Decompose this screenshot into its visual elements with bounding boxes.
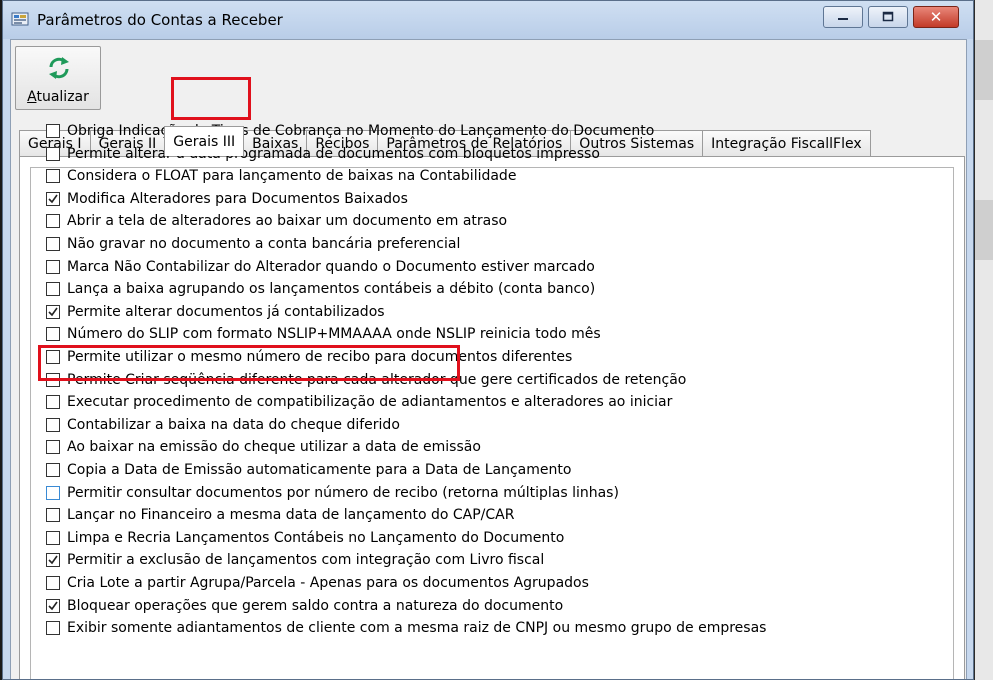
- option-label: Considera o FLOAT para lançamento de bai…: [67, 168, 517, 185]
- option-checkbox[interactable]: [46, 508, 60, 523]
- option-row[interactable]: Permitir consultar documentos por número…: [46, 482, 619, 504]
- option-checkbox[interactable]: [46, 304, 60, 319]
- option-checkbox[interactable]: [46, 146, 60, 161]
- option-label: Limpa e Recria Lançamentos Contábeis no …: [67, 529, 565, 546]
- background-band: [975, 40, 993, 100]
- option-row[interactable]: Executar procedimento de compatibilizaçã…: [46, 391, 672, 413]
- option-checkbox[interactable]: [46, 576, 60, 590]
- option-label: Obriga Indicação de Tipos de Cobrança no…: [67, 123, 655, 139]
- option-row[interactable]: Marca Não Contabilizar do Alterador quan…: [46, 256, 595, 278]
- tab-integracao-fiscallflex[interactable]: Integração FiscallFlex: [702, 130, 871, 156]
- option-label: Permitir consultar documentos por número…: [67, 484, 619, 501]
- option-row[interactable]: Modifica Alteradores para Documentos Bai…: [46, 188, 408, 210]
- option-label: Bloquear operações que gerem saldo contr…: [67, 597, 564, 614]
- checkmark-icon: [48, 307, 58, 317]
- option-checkbox[interactable]: [46, 395, 60, 410]
- option-label: Contabilizar a baixa na data do cheque d…: [67, 416, 400, 433]
- option-row[interactable]: Limpa e Recria Lançamentos Contábeis no …: [46, 527, 564, 549]
- option-label: Permite alterar a data programada de doc…: [67, 145, 600, 162]
- tab-highlight-box: [171, 77, 251, 120]
- option-label: Marca Não Contabilizar do Alterador quan…: [67, 258, 595, 275]
- option-checkbox[interactable]: [46, 124, 60, 138]
- option-label: Copia a Data de Emissão automaticamente …: [67, 462, 572, 478]
- option-label: Lançar no Financeiro a mesma data de lan…: [67, 507, 515, 524]
- option-row[interactable]: Copia a Data de Emissão automaticamente …: [46, 459, 571, 481]
- option-row[interactable]: Obriga Indicação de Tipos de Cobrança no…: [46, 120, 654, 142]
- option-checkbox[interactable]: [46, 282, 60, 297]
- option-checkbox[interactable]: [46, 440, 60, 455]
- option-checkbox[interactable]: [46, 259, 60, 274]
- option-row[interactable]: Permite alterar a data programada de doc…: [46, 143, 600, 165]
- option-label: Lança a baixa agrupando os lançamentos c…: [67, 281, 596, 298]
- option-row[interactable]: Abrir a tela de alteradores ao baixar um…: [46, 210, 507, 232]
- option-label: Permitir a exclusão de lançamentos com i…: [67, 552, 545, 569]
- option-highlight-box: [38, 345, 460, 381]
- option-checkbox[interactable]: [46, 417, 60, 432]
- option-checkbox[interactable]: [46, 191, 60, 206]
- minimize-button[interactable]: [823, 6, 863, 28]
- option-row[interactable]: Considera o FLOAT para lançamento de bai…: [46, 165, 516, 187]
- option-checkbox[interactable]: [46, 169, 60, 184]
- option-row[interactable]: Cria Lote a partir Agrupa/Parcela - Apen…: [46, 572, 589, 594]
- refresh-icon: [49, 57, 69, 79]
- refresh-button[interactable]: Atualizar: [15, 46, 101, 110]
- close-icon: ✕: [929, 8, 943, 26]
- option-checkbox[interactable]: [46, 463, 60, 477]
- option-checkbox[interactable]: [46, 598, 60, 613]
- app-icon: [11, 12, 29, 26]
- option-row[interactable]: Número do SLIP com formato NSLIP+MMAAAA …: [46, 323, 601, 345]
- window-title: Parâmetros do Contas a Receber: [37, 11, 283, 29]
- option-row[interactable]: Exibir somente adiantamentos de cliente …: [46, 617, 766, 639]
- tab-label: Integração FiscallFlex: [711, 135, 862, 152]
- option-checkbox[interactable]: [46, 237, 60, 251]
- maximize-button[interactable]: [868, 6, 908, 28]
- maximize-icon: [882, 11, 894, 22]
- option-label: Cria Lote a partir Agrupa/Parcela - Apen…: [67, 575, 589, 591]
- refresh-label: Atualizar: [16, 89, 100, 105]
- tab-gerais-iii[interactable]: Gerais III: [164, 126, 245, 156]
- checkmark-icon: [48, 555, 58, 565]
- option-row[interactable]: Não gravar no documento a conta bancária…: [46, 233, 460, 255]
- option-row[interactable]: Contabilizar a baixa na data do cheque d…: [46, 414, 400, 436]
- option-row[interactable]: Lança a baixa agrupando os lançamentos c…: [46, 278, 595, 300]
- option-checkbox[interactable]: [46, 530, 60, 545]
- option-checkbox[interactable]: [46, 621, 60, 636]
- close-button[interactable]: ✕: [913, 6, 959, 28]
- option-label: Permite alterar documentos já contabiliz…: [67, 303, 385, 320]
- option-checkbox[interactable]: [46, 553, 60, 568]
- option-checkbox[interactable]: [46, 485, 60, 500]
- option-label: Executar procedimento de compatibilizaçã…: [67, 394, 673, 411]
- option-label: Não gravar no documento a conta bancária…: [67, 236, 461, 252]
- option-label: Abrir a tela de alteradores ao baixar um…: [67, 213, 508, 230]
- option-label: Exibir somente adiantamentos de cliente …: [67, 620, 767, 637]
- option-label: Ao baixar na emissão do cheque utilizar …: [67, 439, 481, 456]
- option-label: Número do SLIP com formato NSLIP+MMAAAA …: [67, 326, 601, 343]
- background-right: [975, 0, 993, 680]
- option-row[interactable]: Permite alterar documentos já contabiliz…: [46, 301, 385, 323]
- option-row[interactable]: Bloquear operações que gerem saldo contr…: [46, 595, 563, 617]
- option-row[interactable]: Lançar no Financeiro a mesma data de lan…: [46, 504, 514, 526]
- title-bar[interactable]: Parâmetros do Contas a Receber ✕: [3, 1, 973, 39]
- checkmark-icon: [48, 194, 58, 204]
- option-checkbox[interactable]: [46, 327, 60, 342]
- refresh-label-rest: tualizar: [36, 89, 89, 105]
- background-band: [975, 200, 993, 260]
- option-row[interactable]: Permitir a exclusão de lançamentos com i…: [46, 549, 544, 571]
- minimize-icon: [838, 18, 848, 20]
- tab-label: Gerais III: [173, 133, 236, 150]
- checkmark-icon: [48, 601, 58, 610]
- option-checkbox[interactable]: [46, 214, 60, 229]
- option-label: Modifica Alteradores para Documentos Bai…: [67, 190, 408, 207]
- option-row[interactable]: Ao baixar na emissão do cheque utilizar …: [46, 436, 481, 458]
